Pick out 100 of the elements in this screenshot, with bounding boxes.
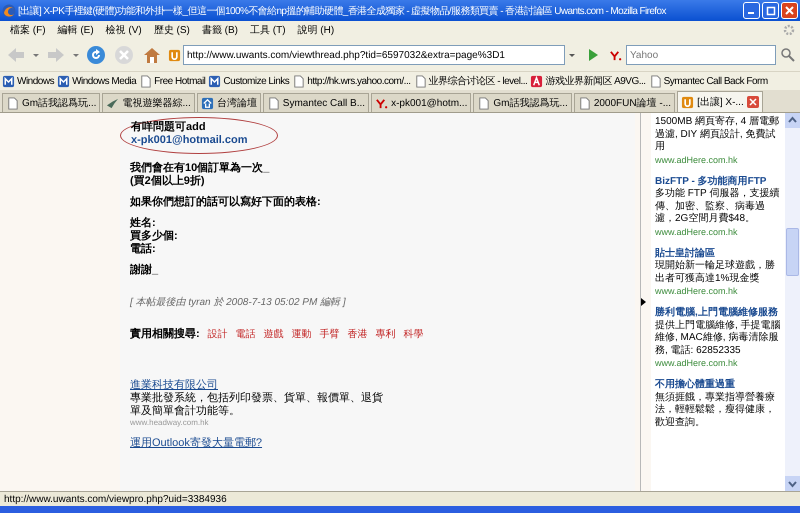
page-icon	[292, 74, 306, 88]
scrollbar[interactable]	[785, 113, 800, 491]
page-icon	[578, 96, 591, 110]
bookmark-icon	[530, 74, 544, 88]
stop-icon	[114, 45, 134, 65]
menu-item[interactable]: 工具 (T)	[244, 23, 292, 37]
post-text: 如果你們想訂的話可以寫好下面的表格:	[130, 196, 322, 209]
status-text: http://www.uwants.com/viewpro.php?uid=3384936	[4, 494, 227, 504]
site-icon	[200, 96, 214, 110]
post-text: 姓名:	[130, 217, 157, 230]
keyword-link[interactable]: 遊戲	[264, 327, 284, 341]
maximize-icon	[766, 6, 776, 16]
bookmark-item[interactable]: Symantec Call Back Form	[648, 74, 768, 88]
minimize-button[interactable]	[743, 2, 760, 19]
menu-item[interactable]: 書籤 (B)	[196, 23, 244, 37]
ad-text: 現開始新一輪足球遊戲，勝出者可獲高達1%現金獎	[655, 260, 776, 285]
ad-link[interactable]: 貼士皇討論區	[655, 248, 715, 260]
ad-url: www.headway.com.hk	[130, 418, 209, 427]
reload-button[interactable]	[84, 43, 108, 67]
tab[interactable]: Symantec Call B...	[262, 93, 370, 112]
ad-text: 專業批發系統，包括列印發票、貨單、報價單、退貨單及簡單會計功能等。	[130, 392, 384, 418]
back-arrow-icon	[6, 45, 26, 65]
keyword-link[interactable]: 科學	[404, 327, 424, 341]
page-icon	[414, 74, 426, 88]
close-icon	[785, 6, 794, 15]
maximize-button[interactable]	[762, 2, 779, 19]
menu-item[interactable]: 說明 (H)	[292, 23, 340, 37]
menu-item[interactable]: 編輯 (E)	[52, 23, 100, 37]
tab[interactable]: Gm話我認爲玩...	[2, 93, 100, 112]
post-text: 電話:	[130, 243, 157, 256]
ad-text: 無須捱餓，專業指導營養療法，輕輕鬆鬆，瘦得健康，歡迎查詢。	[655, 392, 776, 429]
keyword-link[interactable]: 設計	[208, 327, 228, 341]
bookmark-item[interactable]: Free Hotmail	[139, 74, 206, 88]
bookmark-icon	[2, 74, 15, 88]
post-text: 謝謝_	[130, 264, 160, 277]
scroll-thumb[interactable]	[786, 228, 799, 276]
menu-item[interactable]: 檢視 (V)	[100, 23, 148, 37]
home-icon	[142, 45, 162, 65]
menu-item[interactable]: 檔案 (F)	[4, 23, 52, 37]
arrow-icon	[641, 298, 646, 306]
edit-note: [ 本帖最後由 tyran 於 2008-7-13 05:02 PM 編輯 ]	[130, 296, 347, 309]
page-icon	[139, 74, 152, 88]
keyword-link[interactable]: 專利	[376, 327, 396, 341]
site-icon	[609, 48, 622, 62]
page-icon	[266, 96, 280, 110]
bookmark-item[interactable]: Windows	[2, 74, 54, 88]
ad-link[interactable]: 勝利電腦,上門電腦維修服務	[655, 307, 778, 320]
ad-text: 1500MB 網頁寄存, 4 層電郵過濾, DIY 網頁設計, 免費試用	[655, 116, 780, 154]
post-text: 有咩問題可add	[131, 121, 207, 134]
tab[interactable]: x-pk001@hotm...	[371, 93, 472, 112]
bookmark-item[interactable]: 游戏业界新闻区 A9VG...	[530, 74, 646, 88]
bookmark-item[interactable]: http://hk.wrs.yahoo.com/...	[292, 74, 410, 88]
ad-link[interactable]: 進業科技有限公司	[130, 379, 218, 392]
ad-url: www.adHere.com.hk	[655, 357, 738, 369]
tab[interactable]: 電視遊樂器綜...	[102, 93, 195, 112]
related-search-label: 實用相關搜尋:	[130, 328, 200, 340]
reload-icon	[86, 45, 106, 65]
ad-url: www.adHere.com.hk	[655, 226, 738, 238]
ad-link[interactable]: 不用擔心體重過重	[655, 379, 735, 392]
scroll-up-button[interactable]	[785, 113, 800, 128]
throbber-icon	[782, 23, 796, 37]
ad-text: 提供上門電腦維修, 手提電腦維修, MAC維修, 病毒清除服務, 電話: 62852335	[655, 320, 781, 357]
forward-arrow-icon	[46, 45, 66, 65]
keyword-link[interactable]: 手臂	[320, 327, 340, 341]
page-icon	[6, 96, 19, 110]
ad-link[interactable]: 運用Outlook寄發大量電郵?	[130, 437, 262, 450]
close-tab-icon[interactable]	[746, 96, 759, 108]
bookmark-icon	[208, 74, 222, 88]
keyword-link[interactable]: 香港	[348, 327, 368, 341]
bookmark-item[interactable]: Customize Links	[208, 74, 290, 88]
address-field[interactable]: http://www.uwants.com/viewthread.php?tid=6597032&extra=page%3D1	[183, 45, 565, 65]
search-icon[interactable]	[780, 47, 796, 63]
ad-text: 多功能 FTP 伺服器，支援續傳、加密、監察、病毒過濾，2G空間月費$48。	[655, 188, 780, 226]
search-field[interactable]: Yahoo	[626, 45, 776, 65]
menu-item[interactable]: 歷史 (S)	[148, 23, 196, 37]
window-title: [出讓] X-PK手裡鍵(硬體)功能和外掛一樣_但這一個100%不會給np搵的輔助硬體_香港全成獨家 - 虛擬物品/服務類買賣 - 香港討論區 Uwants.com - Mozilla Firefox	[18, 4, 668, 18]
bookmark-item[interactable]: 业界综合讨论区 - level...	[414, 74, 528, 88]
tab[interactable]: 台湾論壇	[196, 93, 261, 112]
bookmark-item[interactable]: Windows Media	[57, 74, 136, 88]
page-icon	[648, 74, 662, 88]
browser-icon	[2, 4, 16, 18]
post-text: (買2個以上9折)	[130, 175, 206, 188]
tab[interactable]: 2000FUN論壇 -...	[574, 93, 676, 112]
tab[interactable]: [出讓] X-...	[677, 91, 763, 112]
site-icon	[375, 96, 388, 110]
keyword-link[interactable]: 電話	[236, 327, 256, 341]
bookmark-icon	[57, 74, 70, 88]
ad-url: www.adHere.com.hk	[655, 285, 738, 297]
post-text: 買多少個:	[130, 230, 179, 242]
site-icon	[681, 96, 694, 108]
caret-icon[interactable]	[72, 51, 80, 59]
keyword-link[interactable]: 運動	[292, 327, 312, 341]
close-button[interactable]	[781, 2, 798, 19]
page-icon	[477, 96, 490, 110]
email-text: x-pk001@hotmail.com	[131, 134, 248, 147]
ad-link[interactable]: BizFTP - 多功能商用FTP	[655, 176, 766, 188]
tab[interactable]: Gm話我認爲玩...	[473, 93, 572, 112]
post-text: 我們會在有10個訂單為一次_	[130, 162, 270, 174]
caret-icon[interactable]	[32, 51, 40, 59]
scroll-down-button[interactable]	[785, 476, 800, 491]
